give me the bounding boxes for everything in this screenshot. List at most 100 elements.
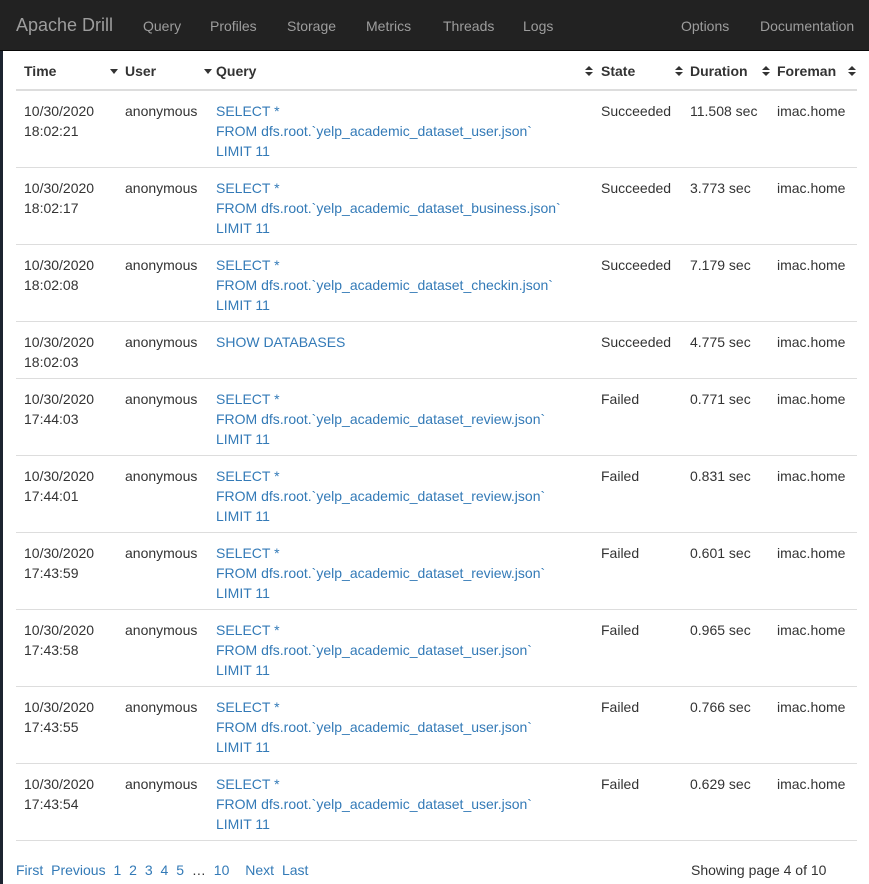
time-cell: 10/30/2020 18:02:21 bbox=[24, 101, 94, 141]
foreman-cell: imac.home bbox=[777, 622, 846, 638]
time-clock: 17:44:03 bbox=[24, 411, 79, 427]
foreman-cell: imac.home bbox=[777, 545, 846, 561]
time-date: 10/30/2020 bbox=[24, 257, 95, 273]
table-header: Time User Query State Duration Foreman bbox=[16, 51, 857, 91]
state-cell: Succeeded bbox=[601, 103, 672, 119]
table-row: 10/30/2020 17:43:55 anonymous SELECT * FROM … bbox=[16, 687, 857, 764]
query-link[interactable]: FROM dfs.root.`yelp_academic_dataset_rev… bbox=[216, 563, 545, 583]
state-cell: Failed bbox=[601, 391, 640, 407]
user-cell: anonymous bbox=[125, 257, 198, 273]
time-cell: 10/30/2020 17:43:59 bbox=[24, 543, 94, 583]
duration-cell: 0.965 sec bbox=[690, 622, 751, 638]
nav-metrics[interactable]: Metrics bbox=[366, 17, 411, 35]
page-link-3[interactable]: 3 bbox=[145, 862, 153, 878]
state-cell: Failed bbox=[601, 622, 640, 638]
query-link[interactable]: LIMIT 11 bbox=[216, 506, 545, 526]
query-link[interactable]: LIMIT 11 bbox=[216, 218, 561, 238]
sort-desc-icon[interactable] bbox=[204, 65, 212, 77]
state-cell: Failed bbox=[601, 545, 640, 561]
query-cell: SELECT * FROM dfs.root.`yelp_academic_dat… bbox=[216, 697, 532, 757]
header-state[interactable]: State bbox=[601, 63, 635, 79]
nav-threads[interactable]: Threads bbox=[443, 17, 494, 35]
query-link[interactable]: FROM dfs.root.`yelp_academic_dataset_rev… bbox=[216, 409, 545, 429]
sort-both-icon[interactable] bbox=[848, 65, 856, 77]
sort-both-icon[interactable] bbox=[585, 65, 593, 77]
query-link[interactable]: LIMIT 11 bbox=[216, 583, 545, 603]
time-cell: 10/30/2020 17:43:54 bbox=[24, 774, 94, 814]
time-cell: 10/30/2020 17:44:03 bbox=[24, 389, 94, 429]
nav-options[interactable]: Options bbox=[681, 17, 729, 35]
query-link[interactable]: SELECT * bbox=[216, 178, 561, 198]
query-link[interactable]: FROM dfs.root.`yelp_academic_dataset_rev… bbox=[216, 486, 545, 506]
user-cell: anonymous bbox=[125, 545, 198, 561]
table-row: 10/30/2020 17:43:59 anonymous SELECT * FROM … bbox=[16, 533, 857, 610]
query-link[interactable]: FROM dfs.root.`yelp_academic_dataset_bus… bbox=[216, 198, 561, 218]
query-link[interactable]: LIMIT 11 bbox=[216, 660, 532, 680]
header-foreman[interactable]: Foreman bbox=[777, 63, 836, 79]
header-time[interactable]: Time bbox=[24, 63, 56, 79]
header-query[interactable]: Query bbox=[216, 63, 256, 79]
time-clock: 18:02:03 bbox=[24, 354, 79, 370]
query-link[interactable]: FROM dfs.root.`yelp_academic_dataset_use… bbox=[216, 121, 532, 141]
time-clock: 17:43:55 bbox=[24, 719, 79, 735]
time-date: 10/30/2020 bbox=[24, 180, 95, 196]
time-clock: 18:02:08 bbox=[24, 277, 79, 293]
query-link[interactable]: SELECT * bbox=[216, 620, 532, 640]
page-link-5[interactable]: 5 bbox=[176, 862, 184, 878]
time-date: 10/30/2020 bbox=[24, 103, 95, 119]
sort-both-icon[interactable] bbox=[762, 65, 770, 77]
user-cell: anonymous bbox=[125, 776, 198, 792]
query-link[interactable]: SELECT * bbox=[216, 697, 532, 717]
time-date: 10/30/2020 bbox=[24, 334, 95, 350]
page-first-link[interactable]: First bbox=[16, 862, 43, 878]
brand-link[interactable]: Apache Drill bbox=[16, 14, 113, 36]
query-link[interactable]: LIMIT 11 bbox=[216, 429, 545, 449]
query-link[interactable]: SHOW DATABASES bbox=[216, 332, 345, 352]
query-link[interactable]: SELECT * bbox=[216, 101, 532, 121]
nav-storage[interactable]: Storage bbox=[287, 17, 336, 35]
query-link[interactable]: FROM dfs.root.`yelp_academic_dataset_che… bbox=[216, 275, 553, 295]
nav-logs[interactable]: Logs bbox=[523, 17, 553, 35]
user-cell: anonymous bbox=[125, 468, 198, 484]
sort-both-icon[interactable] bbox=[675, 65, 683, 77]
state-cell: Succeeded bbox=[601, 257, 672, 273]
query-link[interactable]: FROM dfs.root.`yelp_academic_dataset_use… bbox=[216, 794, 532, 814]
query-link[interactable]: SELECT * bbox=[216, 389, 545, 409]
page-link-4[interactable]: 4 bbox=[161, 862, 169, 878]
nav-query[interactable]: Query bbox=[143, 17, 181, 35]
page-link-10[interactable]: 10 bbox=[214, 862, 230, 878]
page-link-2[interactable]: 2 bbox=[129, 862, 137, 878]
query-link[interactable]: FROM dfs.root.`yelp_academic_dataset_use… bbox=[216, 640, 532, 660]
query-link[interactable]: SELECT * bbox=[216, 774, 532, 794]
query-link[interactable]: SELECT * bbox=[216, 543, 545, 563]
page-previous-link[interactable]: Previous bbox=[51, 862, 105, 878]
page-last-link[interactable]: Last bbox=[282, 862, 308, 878]
time-date: 10/30/2020 bbox=[24, 545, 95, 561]
query-link[interactable]: FROM dfs.root.`yelp_academic_dataset_use… bbox=[216, 717, 532, 737]
query-link[interactable]: LIMIT 11 bbox=[216, 295, 553, 315]
time-clock: 18:02:21 bbox=[24, 123, 79, 139]
page-link-1[interactable]: 1 bbox=[113, 862, 121, 878]
query-link[interactable]: LIMIT 11 bbox=[216, 141, 532, 161]
user-cell: anonymous bbox=[125, 180, 198, 196]
query-link[interactable]: LIMIT 11 bbox=[216, 737, 532, 757]
table-row: 10/30/2020 17:44:01 anonymous SELECT * FROM … bbox=[16, 456, 857, 533]
nav-profiles[interactable]: Profiles bbox=[210, 17, 257, 35]
query-link[interactable]: SELECT * bbox=[216, 466, 545, 486]
sort-desc-icon[interactable] bbox=[110, 65, 118, 77]
time-clock: 17:43:58 bbox=[24, 642, 79, 658]
state-cell: Failed bbox=[601, 699, 640, 715]
top-navbar: Apache Drill Query Profiles Storage Metr… bbox=[0, 0, 869, 51]
query-cell: SELECT * FROM dfs.root.`yelp_academic_dat… bbox=[216, 178, 561, 238]
table-row: 10/30/2020 17:43:58 anonymous SELECT * FROM … bbox=[16, 610, 857, 687]
header-duration[interactable]: Duration bbox=[690, 63, 748, 79]
query-cell: SELECT * FROM dfs.root.`yelp_academic_dat… bbox=[216, 620, 532, 680]
state-cell: Failed bbox=[601, 468, 640, 484]
page-next-link[interactable]: Next bbox=[245, 862, 274, 878]
user-cell: anonymous bbox=[125, 391, 198, 407]
nav-documentation[interactable]: Documentation bbox=[760, 17, 854, 35]
query-link[interactable]: LIMIT 11 bbox=[216, 814, 532, 834]
time-date: 10/30/2020 bbox=[24, 468, 95, 484]
header-user[interactable]: User bbox=[125, 63, 156, 79]
query-link[interactable]: SELECT * bbox=[216, 255, 553, 275]
